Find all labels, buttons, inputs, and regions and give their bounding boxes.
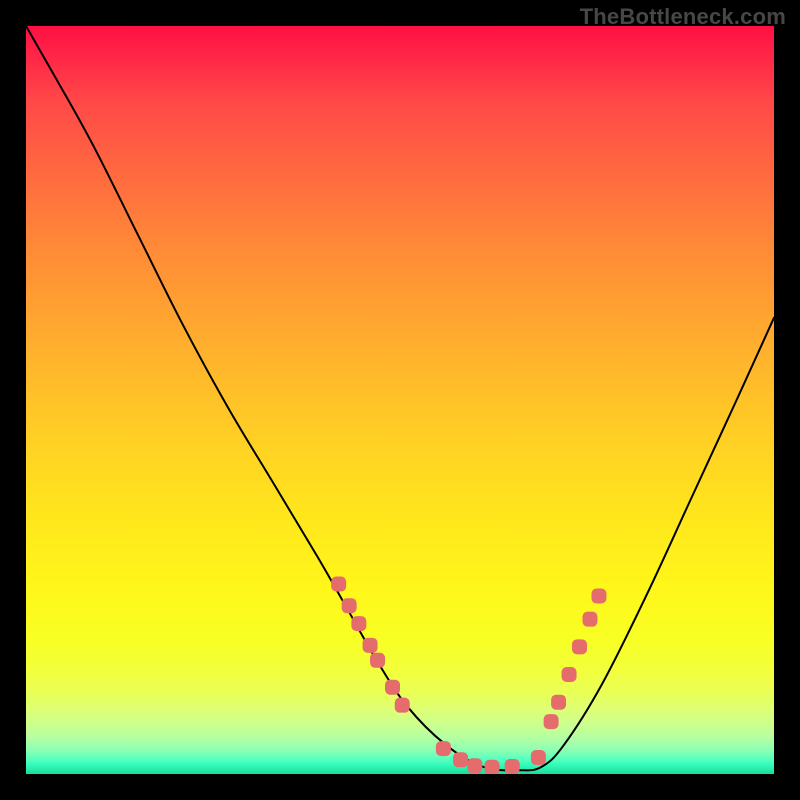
highlight-marker [544,714,559,729]
highlight-marker [342,598,357,613]
highlight-marker [351,616,366,631]
highlight-marker [562,667,577,682]
highlight-marker [467,758,482,773]
bottleneck-curve-path [26,26,774,770]
highlight-marker [531,750,546,765]
highlight-marker [551,695,566,710]
highlight-marker [505,759,520,774]
highlight-marker [370,653,385,668]
chart-frame: TheBottleneck.com [0,0,800,800]
plot-area [26,26,774,774]
highlight-marker [436,741,451,756]
highlight-marker [591,588,606,603]
highlight-marker [485,760,500,774]
highlight-marker [453,752,468,767]
highlight-marker [385,680,400,695]
highlight-marker [331,577,346,592]
highlight-marker [395,698,410,713]
highlight-marker [572,639,587,654]
chart-svg [26,26,774,774]
highlight-marker [363,638,378,653]
watermark-text: TheBottleneck.com [580,4,786,30]
highlight-marker [582,612,597,627]
